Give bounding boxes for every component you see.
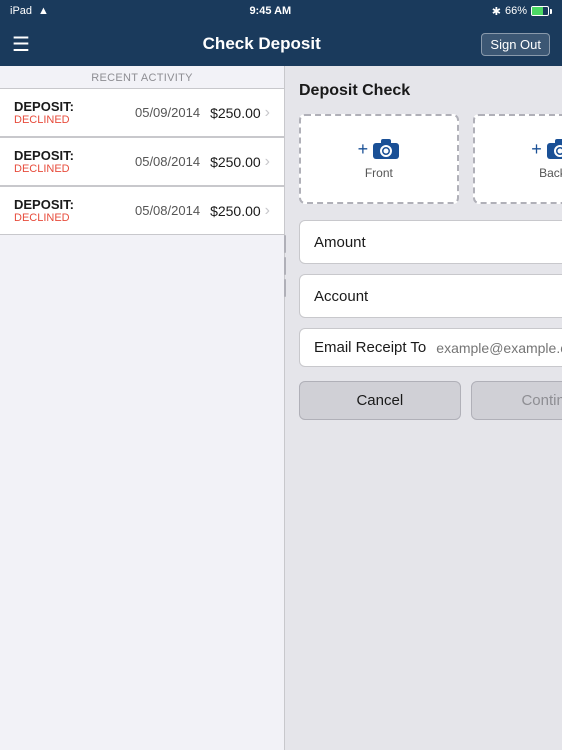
activity-amount: $250.00 [210, 105, 261, 121]
activity-date: 05/08/2014 [135, 154, 200, 169]
list-item[interactable]: DEPOSIT: DECLINED 05/08/2014 $250.00 › [0, 137, 284, 186]
section-header: RECENT ACTIVITY [0, 66, 284, 88]
carrier-label: iPad [10, 5, 32, 17]
activity-type: DEPOSIT: [14, 197, 125, 212]
cancel-button[interactable]: Cancel [299, 381, 461, 420]
back-label: Back [539, 166, 562, 180]
status-right: ✱ 66% [492, 5, 552, 18]
email-field: Email Receipt To [299, 328, 562, 367]
action-buttons: Cancel Continue [299, 381, 562, 420]
list-item[interactable]: DEPOSIT: DECLINED 05/08/2014 $250.00 › [0, 186, 284, 235]
camera-icon [372, 138, 400, 160]
account-label: Account [314, 288, 368, 305]
add-front-photo-icon: + [358, 138, 401, 160]
activity-status: DECLINED [14, 163, 125, 175]
front-label: Front [365, 166, 393, 180]
chevron-right-icon: › [265, 153, 270, 171]
deposit-title: Deposit Check [299, 82, 562, 100]
bluetooth-icon: ✱ [492, 5, 501, 18]
main-layout: RECENT ACTIVITY DEPOSIT: DECLINED 05/09/… [0, 66, 562, 750]
amount-field[interactable]: Amount › [299, 220, 562, 264]
activity-date: 05/08/2014 [135, 203, 200, 218]
continue-button[interactable]: Continue [471, 381, 562, 420]
activity-type: DEPOSIT: [14, 99, 125, 114]
activity-date: 05/09/2014 [135, 105, 200, 120]
list-item[interactable]: DEPOSIT: DECLINED 05/09/2014 $250.00 › [0, 88, 284, 137]
page-title: Check Deposit [203, 34, 321, 54]
activity-amount: $250.00 [210, 203, 261, 219]
plus-icon: + [531, 139, 542, 160]
menu-icon[interactable]: ☰ [12, 32, 42, 57]
amount-label: Amount [314, 234, 366, 251]
plus-icon: + [358, 139, 369, 160]
wifi-icon: ▲ [38, 5, 49, 17]
status-time: 9:45 AM [249, 5, 291, 17]
front-photo-button[interactable]: + Front [299, 114, 459, 204]
activity-amount: $250.00 [210, 154, 261, 170]
right-panel: Deposit Check + Front [285, 66, 562, 750]
camera-icon [546, 138, 562, 160]
email-input[interactable] [436, 340, 562, 356]
chevron-right-icon: › [265, 202, 270, 220]
chevron-right-icon: › [265, 104, 270, 122]
photo-row: + Front + [299, 114, 562, 204]
email-label: Email Receipt To [314, 339, 426, 356]
back-photo-button[interactable]: + Back [473, 114, 562, 204]
add-back-photo-icon: + [531, 138, 562, 160]
battery-indicator [531, 6, 552, 16]
account-field[interactable]: Account › [299, 274, 562, 318]
left-panel: RECENT ACTIVITY DEPOSIT: DECLINED 05/09/… [0, 66, 285, 750]
status-left: iPad ▲ [10, 5, 49, 17]
nav-bar: ☰ Check Deposit Sign Out [0, 22, 562, 66]
activity-status: DECLINED [14, 114, 125, 126]
activity-type: DEPOSIT: [14, 148, 125, 163]
activity-status: DECLINED [14, 212, 125, 224]
status-bar: iPad ▲ 9:45 AM ✱ 66% [0, 0, 562, 22]
sign-out-button[interactable]: Sign Out [481, 33, 550, 56]
panel-separator [282, 66, 288, 466]
battery-percent: 66% [505, 5, 527, 17]
